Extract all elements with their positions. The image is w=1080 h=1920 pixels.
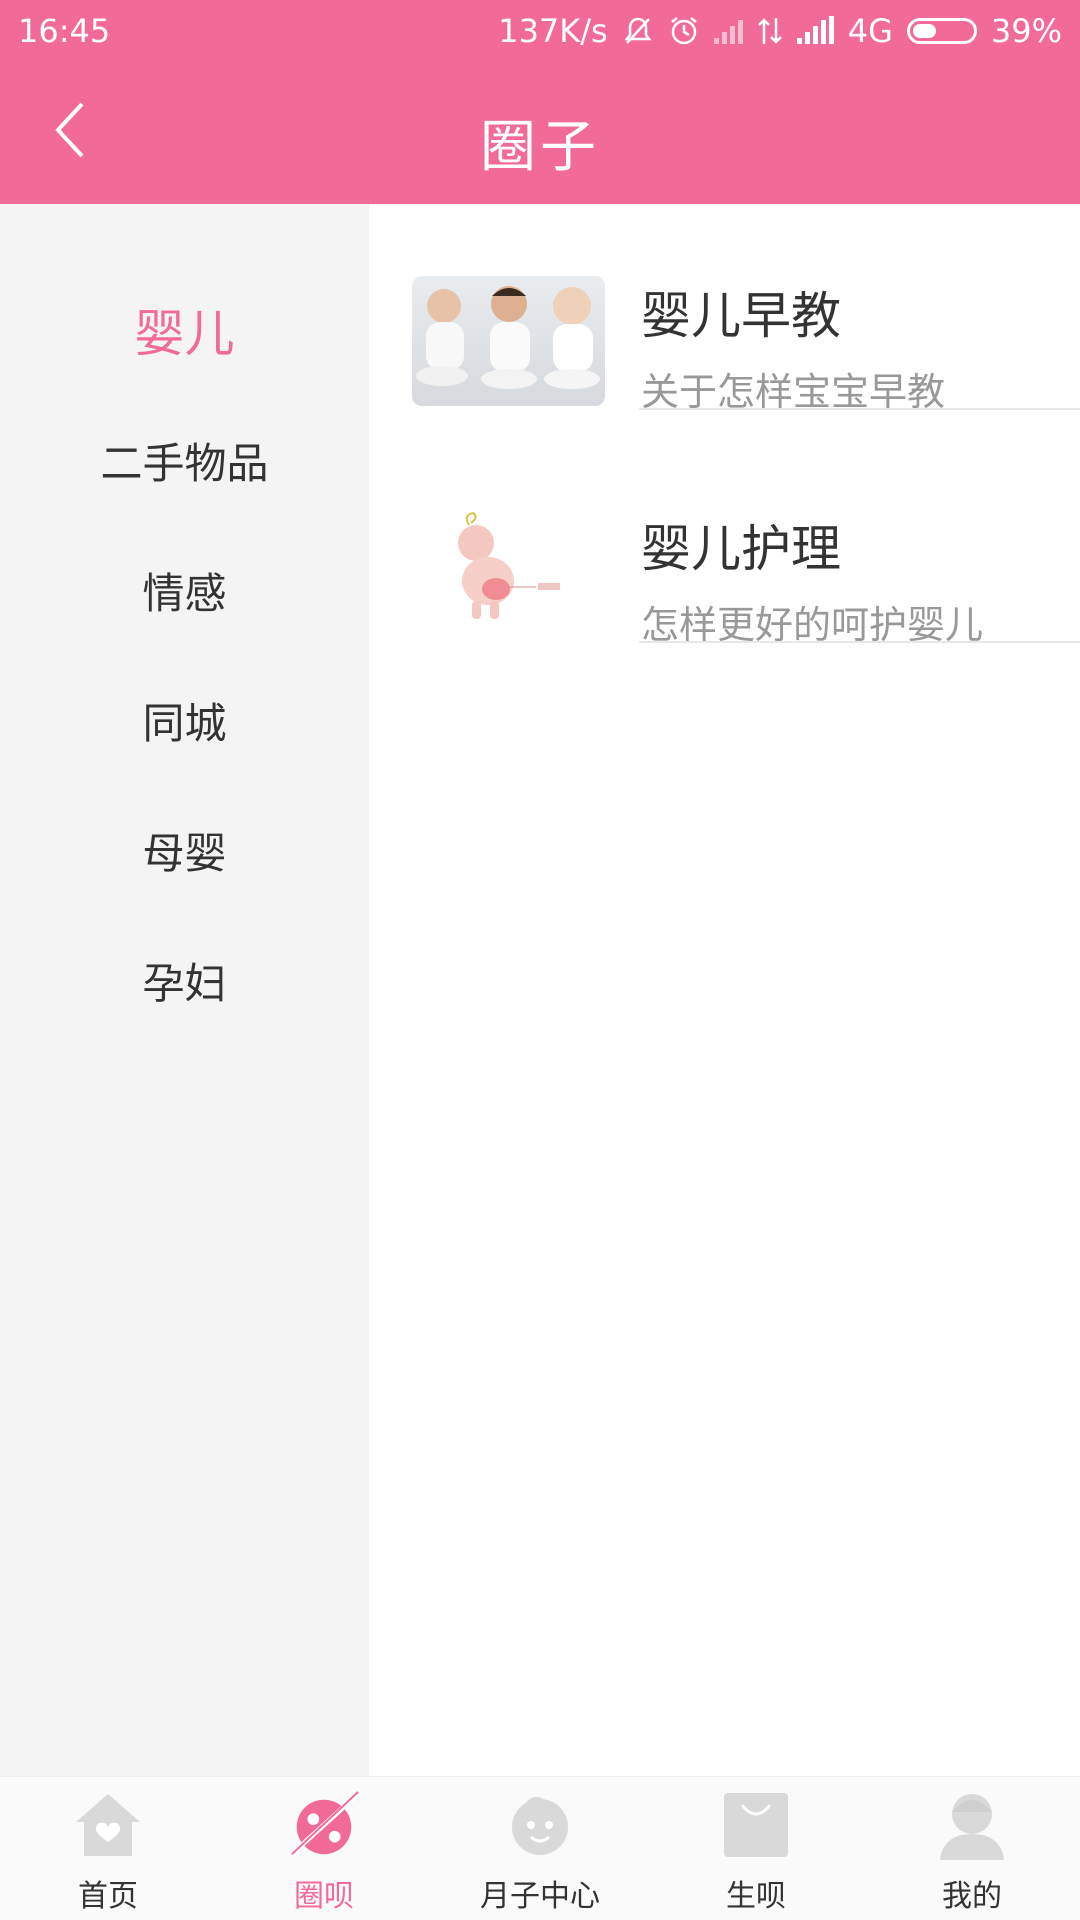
divider xyxy=(639,408,1080,410)
baby-rash-illustration xyxy=(412,509,605,639)
battery-percent: 39% xyxy=(990,12,1062,50)
signal-icon xyxy=(796,16,834,44)
tab-shop[interactable]: 生呗 xyxy=(648,1777,864,1920)
circle-item[interactable]: 婴儿护理 怎样更好的呵护婴儿 xyxy=(369,509,1080,689)
app-header: 16:45 137K/s 4G 39% 圈子 xyxy=(0,0,1080,204)
status-icons: 137K/s 4G 39% xyxy=(498,12,1062,50)
circle-list: 婴儿早教 关于怎样宝宝早教 婴儿护理 怎样更好的呵护婴儿 xyxy=(369,204,1080,1776)
circle-title: 婴儿早教 xyxy=(641,287,841,345)
tab-label: 首页 xyxy=(78,1879,138,1914)
status-time: 16:45 xyxy=(18,12,111,50)
category-item-pregnant[interactable]: 孕妇 xyxy=(0,930,369,1030)
divider xyxy=(639,641,1080,643)
signal-weak-icon xyxy=(713,18,743,44)
category-item-secondhand[interactable]: 二手物品 xyxy=(0,410,369,510)
category-item-mother-baby[interactable]: 母婴 xyxy=(0,800,369,900)
tab-label: 月子中心 xyxy=(480,1879,600,1914)
alarm-icon xyxy=(668,15,700,47)
status-bar: 16:45 137K/s 4G 39% xyxy=(0,0,1080,62)
network-type: 4G xyxy=(847,12,893,50)
category-item-local[interactable]: 同城 xyxy=(0,670,369,770)
net-speed: 137K/s xyxy=(498,12,608,50)
tab-confinement-center[interactable]: 月子中心 xyxy=(432,1777,648,1920)
data-arrows-icon xyxy=(757,16,783,46)
tab-circle[interactable]: 圈呗 xyxy=(216,1777,432,1920)
circle-item[interactable]: 婴儿早教 关于怎样宝宝早教 xyxy=(369,276,1080,456)
home-icon xyxy=(72,1789,144,1861)
tab-label: 我的 xyxy=(942,1879,1002,1914)
baby-face-icon xyxy=(504,1789,576,1861)
tab-label: 生呗 xyxy=(726,1879,786,1914)
bottom-tab-bar: 首页 圈呗 月子中心 生呗 我的 xyxy=(0,1776,1080,1920)
tab-profile[interactable]: 我的 xyxy=(864,1777,1080,1920)
planet-icon xyxy=(288,1789,360,1861)
shopping-bag-icon xyxy=(720,1789,792,1861)
category-item-baby[interactable]: 婴儿 xyxy=(0,280,369,380)
mute-bell-icon xyxy=(622,15,654,47)
user-icon xyxy=(936,1789,1008,1861)
tab-label: 圈呗 xyxy=(294,1879,354,1914)
category-item-emotion[interactable]: 情感 xyxy=(0,540,369,640)
babies-photo xyxy=(412,276,605,406)
battery-icon xyxy=(906,18,977,44)
circle-title: 婴儿护理 xyxy=(641,520,841,578)
category-sidebar: 婴儿 二手物品 情感 同城 母婴 孕妇 xyxy=(0,204,369,1776)
page-title: 圈子 xyxy=(480,115,600,180)
tab-home[interactable]: 首页 xyxy=(0,1777,216,1920)
